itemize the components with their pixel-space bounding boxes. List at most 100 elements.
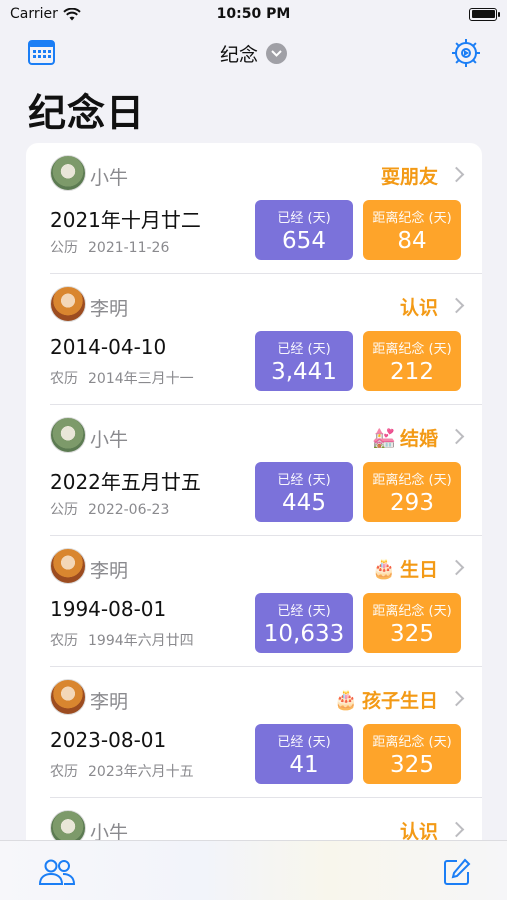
person-name: 李明 xyxy=(90,691,129,713)
person-name: 小牛 xyxy=(90,429,129,451)
edit-icon xyxy=(444,858,471,885)
anniversary-date: 1994-08-01 xyxy=(50,597,167,621)
birthday-cake-icon: 🎂 xyxy=(334,689,358,711)
avatar xyxy=(50,286,86,322)
avatar xyxy=(50,679,86,715)
anniversary-list: 小牛 耍朋友 2021年十月廿二 公历 2021-11-26 已经 (天) 654… xyxy=(26,143,482,900)
alt-date-value: 2023年六月十五 xyxy=(88,764,194,780)
chevron-down-icon xyxy=(271,50,282,57)
days-passed-box: 已经 (天) 3,441 xyxy=(255,331,353,391)
kind-label: 耍朋友 xyxy=(380,166,438,188)
days-remaining-box: 距离纪念 (天) 84 xyxy=(363,200,461,260)
page-title: 纪念日 xyxy=(28,91,146,135)
alt-date-value: 2021-11-26 xyxy=(88,240,170,256)
calendar-icon xyxy=(28,40,55,65)
person-name: 李明 xyxy=(90,298,129,320)
alt-date-value: 2022-06-23 xyxy=(88,502,170,518)
alt-date: 农历 1994年六月廿四 xyxy=(50,630,194,650)
days-passed-label: 已经 (天) xyxy=(277,342,331,357)
days-remaining-value: 325 xyxy=(390,752,434,778)
alt-date-value: 2014年三月十一 xyxy=(88,371,194,387)
battery-icon xyxy=(469,7,500,21)
days-remaining-value: 84 xyxy=(397,228,427,254)
kind-label: 生日 xyxy=(399,559,438,581)
days-passed-value: 3,441 xyxy=(271,359,337,385)
days-remaining-value: 293 xyxy=(390,490,434,516)
list-item[interactable]: 李明 🎂 生日 1994-08-01 农历 1994年六月廿四 已经 (天) 10… xyxy=(50,536,482,667)
anniversary-kind: 耍朋友 xyxy=(377,162,438,189)
chevron-right-icon xyxy=(448,559,465,576)
anniversary-kind: 🎂 生日 xyxy=(372,555,438,582)
days-remaining-label: 距离纪念 (天) xyxy=(372,473,452,488)
anniversary-date: 2021年十月廿二 xyxy=(50,208,201,232)
days-remaining-value: 212 xyxy=(390,359,434,385)
list-item[interactable]: 李明 🎂 孩子生日 2023-08-01 农历 2023年六月十五 已经 (天) … xyxy=(50,667,482,798)
person-name: 李明 xyxy=(90,560,129,582)
alt-date: 公历 2022-06-23 xyxy=(50,499,169,519)
anniversary-date: 2023-08-01 xyxy=(50,728,167,752)
calendar-type: 农历 xyxy=(50,371,78,387)
list-item[interactable]: 小牛 💒 结婚 2022年五月廿五 公历 2022-06-23 已经 (天) 44… xyxy=(50,405,482,536)
calendar-type: 农历 xyxy=(50,633,78,649)
days-passed-box: 已经 (天) 10,633 xyxy=(255,593,353,653)
list-item[interactable]: 小牛 耍朋友 2021年十月廿二 公历 2021-11-26 已经 (天) 654… xyxy=(50,143,482,274)
nav-bar: 纪念 xyxy=(0,36,507,70)
chevron-right-icon xyxy=(448,428,465,445)
days-remaining-box: 距离纪念 (天) 325 xyxy=(363,724,461,784)
days-passed-box: 已经 (天) 41 xyxy=(255,724,353,784)
days-passed-value: 445 xyxy=(282,490,326,516)
tab-compose[interactable] xyxy=(443,858,471,890)
days-remaining-label: 距离纪念 (天) xyxy=(372,604,452,619)
chevron-right-icon xyxy=(448,166,465,183)
chevron-right-icon xyxy=(448,690,465,707)
calendar-type: 公历 xyxy=(50,502,78,518)
alt-date: 公历 2021-11-26 xyxy=(50,237,169,257)
anniversary-date: 2014-04-10 xyxy=(50,335,167,359)
calendar-button[interactable] xyxy=(28,40,55,69)
days-passed-value: 41 xyxy=(289,752,319,778)
wedding-chapel-icon: 💒 xyxy=(372,427,396,449)
anniversary-kind: 💒 结婚 xyxy=(372,424,438,451)
tab-people[interactable] xyxy=(38,858,76,890)
days-remaining-box: 距离纪念 (天) 293 xyxy=(363,462,461,522)
avatar xyxy=(50,155,86,191)
status-bar: Carrier xyxy=(0,0,507,28)
wifi-icon xyxy=(63,7,81,20)
kind-label: 结婚 xyxy=(399,428,438,450)
calendar-type: 公历 xyxy=(50,240,78,256)
alt-date: 农历 2014年三月十一 xyxy=(50,368,194,388)
tab-bar xyxy=(0,840,507,900)
chevron-right-icon xyxy=(448,821,465,838)
days-passed-label: 已经 (天) xyxy=(277,604,331,619)
chevron-right-icon xyxy=(448,297,465,314)
days-passed-label: 已经 (天) xyxy=(277,735,331,750)
anniversary-kind: 🎂 孩子生日 xyxy=(334,686,438,713)
carrier-label: Carrier xyxy=(10,6,58,22)
title-dropdown-button[interactable] xyxy=(266,43,287,64)
days-remaining-label: 距离纪念 (天) xyxy=(372,342,452,357)
alt-date: 农历 2023年六月十五 xyxy=(50,761,194,781)
days-passed-value: 654 xyxy=(282,228,326,254)
days-remaining-label: 距离纪念 (天) xyxy=(372,211,452,226)
nav-title[interactable]: 纪念 xyxy=(220,40,258,67)
days-remaining-box: 距离纪念 (天) 212 xyxy=(363,331,461,391)
avatar xyxy=(50,417,86,453)
list-item[interactable]: 李明 认识 2014-04-10 农历 2014年三月十一 已经 (天) 3,44… xyxy=(50,274,482,405)
people-icon xyxy=(38,859,76,885)
anniversary-date: 2022年五月廿五 xyxy=(50,470,201,494)
kind-label: 孩子生日 xyxy=(361,690,438,712)
carrier-group: Carrier xyxy=(10,6,81,22)
nav-title-group: 纪念 xyxy=(0,40,507,67)
days-remaining-box: 距离纪念 (天) 325 xyxy=(363,593,461,653)
days-remaining-label: 距离纪念 (天) xyxy=(372,735,452,750)
calendar-type: 农历 xyxy=(50,764,78,780)
birthday-cake-icon: 🎂 xyxy=(372,558,396,580)
person-name: 小牛 xyxy=(90,167,129,189)
alt-date-value: 1994年六月廿四 xyxy=(88,633,194,649)
days-passed-box: 已经 (天) 654 xyxy=(255,200,353,260)
settings-button[interactable] xyxy=(451,38,481,72)
avatar xyxy=(50,548,86,584)
days-passed-label: 已经 (天) xyxy=(277,473,331,488)
gear-icon xyxy=(452,39,480,67)
kind-label: 认识 xyxy=(399,297,438,319)
